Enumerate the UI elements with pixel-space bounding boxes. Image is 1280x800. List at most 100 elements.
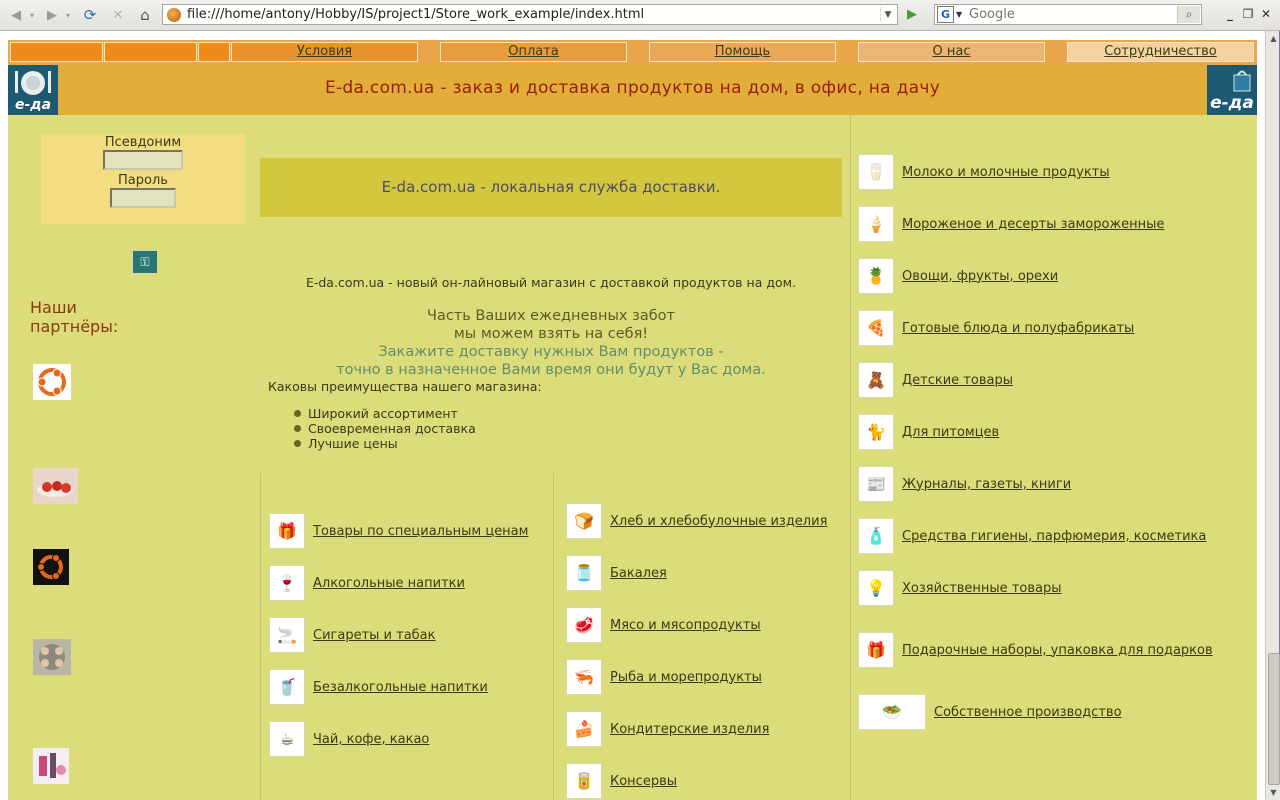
category-link[interactable]: Мороженое и десерты замороженные <box>902 217 1164 232</box>
category-press[interactable]: 📰 Журналы, газеты, книги <box>858 466 1071 502</box>
scroll-down-icon[interactable]: ▼ <box>1266 785 1280 800</box>
category-link[interactable]: Хлеб и хлебобулочные изделия <box>610 514 827 529</box>
category-link[interactable]: Средства гигиены, парфюмерия, косметика <box>902 529 1206 544</box>
nav-item-about[interactable]: О нас <box>858 42 1045 62</box>
category-gift-sets[interactable]: 🎁 Подарочные наборы, упаковка для подарк… <box>858 632 1213 668</box>
vertical-scrollbar[interactable]: ▲ ▼ <box>1265 31 1280 800</box>
category-fruits[interactable]: 🍍 Овощи, фрукты, орехи <box>858 258 1058 294</box>
category-dairy[interactable]: 🥛 Молоко и молочные продукты <box>858 154 1110 190</box>
category-bread[interactable]: 🍞 Хлеб и хлебобулочные изделия <box>566 503 827 539</box>
scroll-up-icon[interactable]: ▲ <box>1266 31 1280 46</box>
login-submit-key-icon[interactable]: ⚿ <box>132 250 158 274</box>
nav-link-conditions[interactable]: Условия <box>232 43 417 61</box>
category-pets[interactable]: 🐈 Для питомцев <box>858 414 999 450</box>
partner-ubuntu-dark-logo[interactable] <box>33 549 69 585</box>
category-link[interactable]: Готовые блюда и полуфабрикаты <box>902 321 1134 336</box>
nav-link-about[interactable]: О нас <box>859 43 1044 61</box>
category-link[interactable]: Рыба и морепродукты <box>610 670 762 685</box>
page-viewport: Условия Оплата Помощь О нас Сотрудничест… <box>0 31 1265 800</box>
forward-icon[interactable]: ▶ <box>42 5 62 25</box>
restore-icon[interactable]: ❐ <box>1240 7 1256 21</box>
category-link[interactable]: Молоко и молочные продукты <box>902 165 1110 180</box>
category-link[interactable]: Для питомцев <box>902 425 999 440</box>
minimize-icon[interactable]: _ <box>1222 7 1238 21</box>
category-link[interactable]: Журналы, газеты, книги <box>902 477 1071 492</box>
category-link[interactable]: Товары по специальным ценам <box>313 524 528 539</box>
category-ice-cream[interactable]: 🍦 Мороженое и десерты замороженные <box>858 206 1164 242</box>
category-grocery[interactable]: 🫙 Бакалея <box>566 555 667 591</box>
category-link[interactable]: Алкогольные напитки <box>313 576 465 591</box>
close-icon[interactable]: ✕ <box>1258 7 1274 21</box>
search-icon[interactable]: ⌕ <box>1177 6 1200 23</box>
category-household[interactable]: 💡 Хозяйственные товары <box>858 570 1062 606</box>
forward-history-icon[interactable]: ▾ <box>63 5 73 25</box>
category-alcohol[interactable]: 🍷 Алкогольные напитки <box>269 565 465 601</box>
center-headline-box: E-da.com.ua - локальная служба доставки. <box>260 158 842 217</box>
address-bar[interactable]: file:///home/antony/Hobby/IS/project1/St… <box>162 4 898 25</box>
category-link[interactable]: Безалкогольные напитки <box>313 680 488 695</box>
category-tea-coffee[interactable]: ☕ Чай, кофе, какао <box>269 721 429 757</box>
list-item: Лучшие цены <box>294 436 476 451</box>
category-link[interactable]: Подарочные наборы, упаковка для подарков <box>902 643 1213 658</box>
search-bar[interactable]: G ▼ ⌕ <box>934 4 1202 25</box>
scrollbar-thumb[interactable] <box>1268 653 1280 785</box>
partner-cosmetics-logo[interactable] <box>33 748 69 784</box>
partner-ubuntu-logo[interactable] <box>33 364 71 400</box>
category-hygiene[interactable]: 🧴 Средства гигиены, парфюмерия, косметик… <box>858 518 1206 554</box>
category-meat[interactable]: 🥩 Мясо и мясопродукты <box>566 607 761 643</box>
category-canned[interactable]: 🥫 Консервы <box>566 763 677 799</box>
back-icon[interactable]: ◀ <box>6 5 26 25</box>
category-link[interactable]: Сигареты и табак <box>313 628 436 643</box>
category-soft-drinks[interactable]: 🥤 Безалкогольные напитки <box>269 669 488 705</box>
nav-link-payment[interactable]: Оплата <box>441 43 626 61</box>
nav-item-payment[interactable]: Оплата <box>440 42 627 62</box>
category-ready-meals[interactable]: 🍕 Готовые блюда и полуфабрикаты <box>858 310 1134 346</box>
google-icon: G <box>937 6 954 23</box>
category-link[interactable]: Кондитерские изделия <box>610 722 769 737</box>
category-link[interactable]: Детские товары <box>902 373 1013 388</box>
go-icon[interactable]: ▶ <box>902 5 922 24</box>
partner-food-logo[interactable] <box>33 468 78 504</box>
category-link[interactable]: Чай, кофе, какао <box>313 732 429 747</box>
nickname-input[interactable] <box>103 150 183 170</box>
category-link[interactable]: Консервы <box>610 774 677 789</box>
site-logo-right[interactable]: е-да <box>1207 65 1257 115</box>
partner-people-logo[interactable] <box>33 639 71 675</box>
password-input[interactable] <box>110 188 176 208</box>
search-input[interactable] <box>969 6 1175 23</box>
back-history-icon[interactable]: ▾ <box>27 5 37 25</box>
address-text[interactable]: file:///home/antony/Hobby/IS/project1/St… <box>187 7 644 22</box>
nav-link-cooperation[interactable]: Сотрудничество <box>1068 43 1253 61</box>
category-tobacco[interactable]: 🚬 Сигареты и табак <box>269 617 436 653</box>
category-fish[interactable]: 🦐 Рыба и морепродукты <box>566 659 762 695</box>
category-link[interactable]: Хозяйственные товары <box>902 581 1062 596</box>
category-special-prices[interactable]: 🎁 Товары по специальным ценам <box>269 513 528 549</box>
ubuntu-dark-icon <box>37 554 63 580</box>
search-engine-selector[interactable]: G ▼ <box>937 6 965 23</box>
category-kids[interactable]: 🧸 Детские товары <box>858 362 1013 398</box>
category-link[interactable]: Овощи, фрукты, орехи <box>902 269 1058 284</box>
category-link[interactable]: Бакалея <box>610 566 667 581</box>
nav-item-help[interactable]: Помощь <box>649 42 836 62</box>
reload-icon[interactable]: ⟳ <box>80 5 100 25</box>
category-own-production[interactable]: 🥗 Собственное производство <box>858 694 1122 730</box>
nav-link-help[interactable]: Помощь <box>650 43 835 61</box>
advantage-text: Лучшие цены <box>308 436 398 451</box>
advantages-list: Широкий ассортимент Своевременная достав… <box>294 406 476 451</box>
list-item: Широкий ассортимент <box>294 406 476 421</box>
fruits-icon: 🍍 <box>858 258 894 294</box>
home-icon[interactable]: ⌂ <box>135 5 155 25</box>
promo-line: Часть Ваших ежедневных забот <box>427 308 675 324</box>
category-link[interactable]: Мясо и мясопродукты <box>610 618 761 633</box>
nav-item-conditions[interactable]: Условия <box>231 42 418 62</box>
newspaper-icon: 📰 <box>858 466 894 502</box>
site-logo-left[interactable]: е-да <box>8 65 58 115</box>
page-body: Условия Оплата Помощь О нас Сотрудничест… <box>8 40 1257 800</box>
category-confectionery[interactable]: 🍰 Кондитерские изделия <box>566 711 769 747</box>
address-dropdown-icon[interactable]: ▼ <box>880 7 895 22</box>
shopping-bag-icon <box>1233 70 1251 92</box>
nav-item-cooperation[interactable]: Сотрудничество <box>1067 42 1254 62</box>
category-link[interactable]: Собственное производство <box>934 705 1122 720</box>
shrimp-icon: 🦐 <box>566 659 602 695</box>
stop-icon[interactable]: ✕ <box>108 5 128 25</box>
